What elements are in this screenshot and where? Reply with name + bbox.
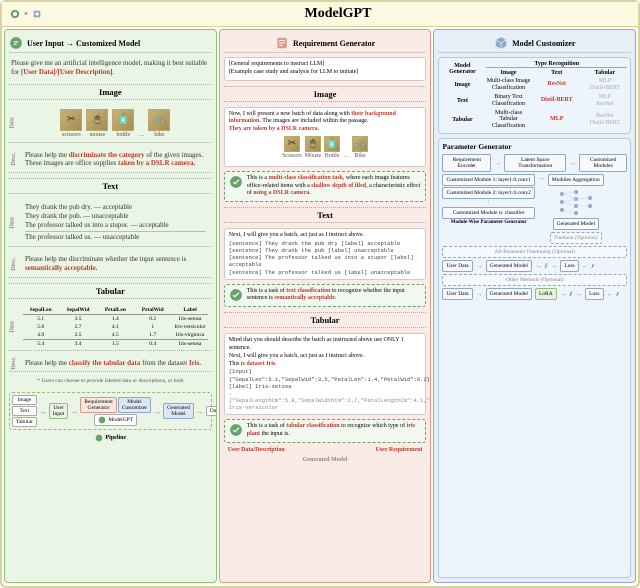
cube-icon [494, 36, 508, 50]
app-title: ModelGPT [46, 6, 630, 22]
analysis-icon [229, 288, 243, 302]
text-section-title: Text [9, 178, 212, 194]
pipeline-label: Pipeline [9, 434, 212, 442]
cust-mods-box: Customized Modules [579, 154, 627, 172]
text-desc-block: Desc. Please help me discriminate whethe… [9, 251, 212, 278]
analysis-icon [229, 423, 243, 437]
mid-tabular-body: Mind that you should describe the batch … [224, 333, 427, 415]
req-encoder-box: Requirement Encoder [442, 154, 491, 172]
pipe-req-gen: Requirement Generator [80, 397, 116, 413]
pipe-image: Image [12, 395, 37, 405]
mid-text-body: Next, I will give you a batch, act just … [224, 228, 427, 280]
table-header: SepalLenSepalWidPetalLenPetalWidLabel [23, 306, 208, 315]
image-section-title: Image [9, 84, 212, 100]
gear-icon [95, 434, 103, 442]
chat-icon [9, 36, 23, 50]
preamble-box: [General requirements to instruct LLM] [… [224, 57, 427, 81]
thumb-bottle: 🧴 [112, 109, 134, 131]
mid-tabular-analysis: This is a task of tabular classification… [224, 419, 427, 443]
all-ft-header: All-Parameter Finetuning (Optional) [442, 246, 627, 258]
user-data-box: User Data [442, 260, 472, 272]
analysis-icon [229, 175, 243, 189]
user-input-panel: User Input → Customized Model Please giv… [4, 29, 217, 583]
left-header: User Input → Customized Model [9, 34, 212, 53]
image-desc-block: Desc. Please help me discriminate the ca… [9, 147, 212, 174]
pipe-output: Output [206, 406, 217, 416]
spark-icon [98, 416, 106, 424]
modn-box: Customized Module n: classifier [442, 207, 534, 219]
gen-model-box: Generated Model [553, 218, 599, 230]
mid-header: Requirement Generator [224, 34, 427, 53]
type-recognition-box: Model Generator Type Recognition Image T… [438, 57, 631, 134]
param-gen-title: Parameter Generator [442, 142, 627, 151]
right-header: Model Customizer [438, 34, 631, 53]
pipe-text: Text [12, 406, 37, 416]
pipeline-diagram: Image Text Tabular → User Input → Requir… [9, 392, 212, 430]
pipe-modelgpt: ModelGPT [94, 414, 137, 426]
mod-agg-box: Modules Aggregation [548, 174, 604, 186]
mod1-box: Customized Module 1: layer1.0.conv1 [442, 174, 534, 186]
tabular-data-block: Data SepalLenSepalWidPetalLenPetalWidLab… [9, 304, 212, 351]
latent-box: Latent Space Transformation [504, 154, 566, 172]
mod2-box: Customized Module 2: layer1.0.conv2 [442, 187, 534, 199]
table-row: 5.43.41.50.4Iris-setosa [23, 339, 208, 348]
thumb-scissors: ✂ [60, 109, 82, 131]
times-glyph: × [24, 10, 28, 18]
pipe-mod-cust: Model Customizer [118, 397, 151, 413]
pipe-gen-model: Generated Model [163, 403, 194, 419]
model-customizer-panel: Model Customizer Model Generator Type Re… [433, 29, 636, 583]
mid-image-title: Image [224, 86, 427, 102]
image-thumbs: ✂scissors 🖱mouse 🧴bottle … 🚲bike [23, 107, 208, 140]
intro-prompt: Please give me an artificial intelligenc… [9, 57, 212, 79]
lora-box: LoRA [535, 288, 557, 300]
parameter-generator-box: Parameter Generator Requirement Encoder … [438, 138, 631, 578]
mid-text-title: Text [224, 207, 427, 223]
doc-icon [275, 36, 289, 50]
footnote: * Users can choose to provide labeled da… [9, 376, 212, 386]
desc-label: Desc. [11, 153, 17, 167]
thumb-bike: 🚲 [148, 109, 170, 131]
text-data-block: Data They drank the pub dry. — acceptabl… [9, 199, 212, 247]
tabular-section-title: Tabular [9, 283, 212, 299]
title-bar: × ModelGPT [2, 2, 638, 27]
mid-text-analysis: This is a task of text classification to… [224, 284, 427, 308]
loss-box: Loss [560, 260, 578, 272]
model-gen-label: Model Generator [442, 63, 482, 75]
table-row: 5.82.74.11Iris-versicolor [23, 323, 208, 331]
mid-bottom-labels: User Data/Description User Requirement [224, 447, 427, 453]
model-icon [32, 9, 42, 19]
tabular-desc-block: Desc. Please help me classify the tabula… [9, 355, 212, 373]
main-layout: User Input → Customized Model Please giv… [2, 27, 638, 585]
thumb-mouse: 🖱 [86, 109, 108, 131]
other-methods-header: Other Methods (Optional) [442, 274, 627, 286]
table-row: 5.13.51.40.2Iris-setosa [23, 315, 208, 323]
data-label: Data [10, 117, 16, 128]
arrow-icon: → [39, 407, 47, 416]
nn-icon [556, 188, 596, 216]
mw-gen-label: Module-Wise Parameter Generator [442, 220, 534, 225]
finetune-opt-box: Finetune (Optional) [550, 232, 602, 244]
chat-icon [10, 9, 20, 19]
mid-image-body: Now, I will present a new batch of data … [224, 107, 427, 167]
generated-model-label: Generated Model [224, 457, 427, 463]
image-data-block: Data ✂scissors 🖱mouse 🧴bottle … 🚲bike [9, 105, 212, 143]
pipe-user-input: User Input [49, 403, 69, 419]
table-row: 4.92.54.51.7Iris-virginica [23, 331, 208, 339]
pipe-tabular: Tabular [12, 417, 37, 427]
mid-tabular-title: Tabular [224, 312, 427, 328]
mid-image-analysis: This is a multi-class classification tas… [224, 171, 427, 202]
requirement-generator-panel: Requirement Generator [General requireme… [219, 29, 432, 583]
type-rec-title: Type Recognition [486, 61, 627, 68]
